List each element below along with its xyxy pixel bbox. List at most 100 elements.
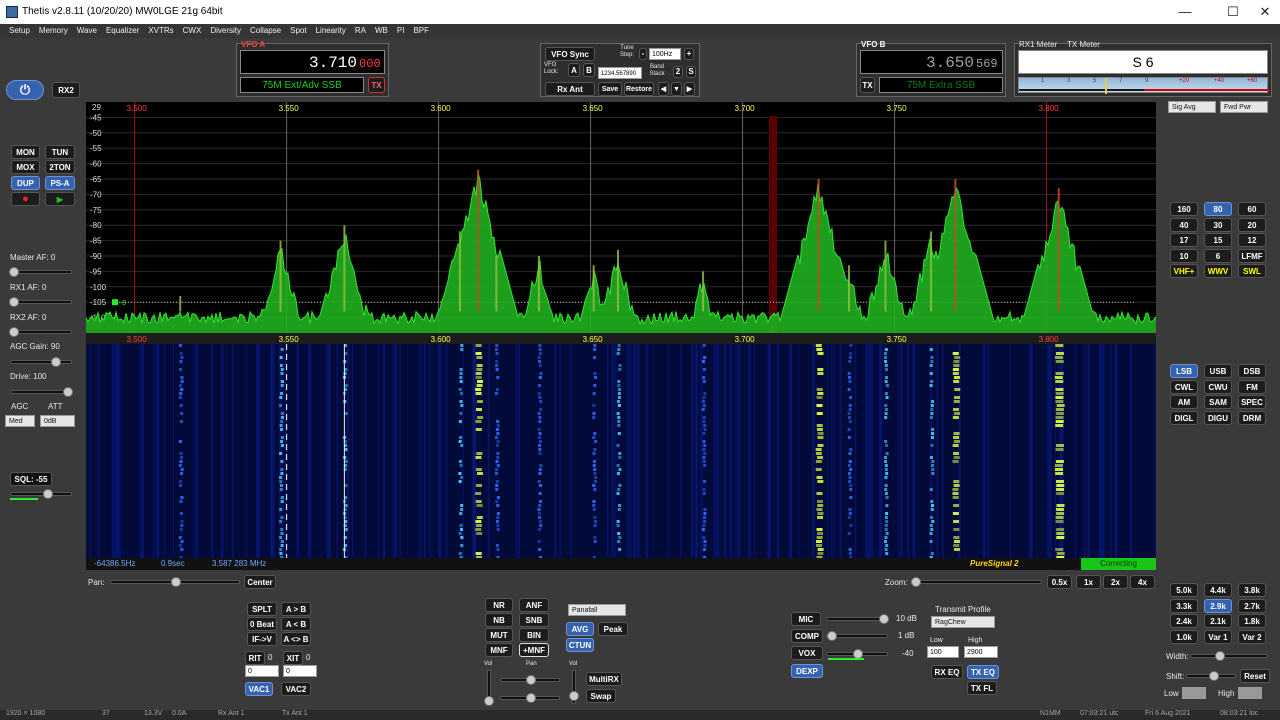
rx-ant-button[interactable]: Rx Ant <box>545 82 595 96</box>
drive-slider[interactable] <box>10 387 73 397</box>
vfo-sync-button[interactable]: VFO Sync <box>545 47 595 61</box>
arrow-down-icon[interactable]: ▼ <box>671 82 682 96</box>
mode-button-digl[interactable]: DIGL <box>1170 410 1198 425</box>
filter-button-1-0k[interactable]: 1.0k <box>1170 629 1198 644</box>
agc-select[interactable]: Med <box>5 415 35 427</box>
waterfall-plot[interactable] <box>86 344 1156 558</box>
play-icon[interactable]: ▶ <box>45 192 75 206</box>
tun-button[interactable]: TUN <box>45 145 75 159</box>
close-icon[interactable]: ✕ <box>1250 3 1280 21</box>
rx-meter-select[interactable]: Sig Avg <box>1168 101 1216 113</box>
mode-button-cwu[interactable]: CWU <box>1204 379 1232 394</box>
zoom-4x[interactable]: 4x <box>1130 575 1155 589</box>
filter-button-1-8k[interactable]: 1.8k <box>1238 614 1266 628</box>
mode-button-spec[interactable]: SPEC <box>1238 395 1266 409</box>
tune-step-plus[interactable]: + <box>684 48 694 60</box>
filter-button-2-7k[interactable]: 2.7k <box>1238 598 1266 613</box>
filter-button-3-3k[interactable]: 3.3k <box>1170 598 1198 613</box>
center-button[interactable]: Center <box>244 575 276 589</box>
filter-button-var-2[interactable]: Var 2 <box>1238 629 1266 644</box>
mode-button-drm[interactable]: DRM <box>1238 410 1266 425</box>
rx1-vol-slider[interactable] <box>484 670 494 706</box>
band-button-30[interactable]: 30 <box>1204 217 1232 232</box>
mode-button-sam[interactable]: SAM <box>1204 395 1232 409</box>
swap-button[interactable]: Swap <box>586 689 616 703</box>
tx-meter-select[interactable]: Fwd Pwr <box>1220 101 1268 113</box>
sql-slider[interactable] <box>10 489 72 499</box>
band-button-6[interactable]: 6 <box>1204 248 1232 263</box>
arrow-right-icon[interactable]: ▶ <box>684 82 695 96</box>
if-to-v-button[interactable]: IF->V <box>247 632 277 646</box>
menu-memory[interactable]: Memory <box>39 24 68 38</box>
mnf-button[interactable]: MNF <box>485 643 513 657</box>
rx2-button[interactable]: RX2 <box>52 82 80 98</box>
mic-slider[interactable] <box>826 614 889 624</box>
filter-button-5-0k[interactable]: 5.0k <box>1170 583 1198 597</box>
minimize-icon[interactable]: — <box>1170 3 1200 21</box>
rx1-af-slider[interactable] <box>9 297 72 307</box>
ctun-button[interactable]: CTUN <box>566 638 594 652</box>
nb-button[interactable]: NB <box>485 613 513 627</box>
xit-button[interactable]: XIT <box>283 651 303 665</box>
ps-a-button[interactable]: PS-A <box>45 176 75 190</box>
noise-floor-handle[interactable] <box>112 299 118 306</box>
zoom-2x[interactable]: 2x <box>1103 575 1128 589</box>
band-button-80[interactable]: 80 <box>1204 202 1232 216</box>
band-button-17[interactable]: 17 <box>1170 233 1198 247</box>
filter-button-2-9k[interactable]: 2.9k <box>1204 598 1232 613</box>
band-button-20[interactable]: 20 <box>1238 217 1266 232</box>
comp-button[interactable]: COMP <box>791 629 823 643</box>
avg-button[interactable]: AVG <box>566 622 594 636</box>
band-stack-s[interactable]: S <box>686 66 696 78</box>
filter-button-2-1k[interactable]: 2.1k <box>1204 614 1232 628</box>
record-icon[interactable]: ● <box>11 192 40 206</box>
master-af-slider[interactable] <box>9 267 72 277</box>
rit-field[interactable]: 0 <box>245 665 279 677</box>
mode-button-cwl[interactable]: CWL <box>1170 379 1198 394</box>
band-button-40[interactable]: 40 <box>1170 217 1198 232</box>
mox-button[interactable]: MOX <box>11 160 40 174</box>
menu-linearity[interactable]: Linearity <box>316 24 346 38</box>
band-button-12[interactable]: 12 <box>1238 233 1266 247</box>
mic-button[interactable]: MIC <box>791 612 821 626</box>
transmit-profile-select[interactable]: RagChew <box>931 616 995 628</box>
band-button-swl[interactable]: SWL <box>1238 264 1266 278</box>
mode-button-usb[interactable]: USB <box>1204 364 1232 378</box>
split-button[interactable]: SPLT <box>247 602 277 616</box>
anf-button[interactable]: ANF <box>519 598 549 612</box>
rx-eq-button[interactable]: RX EQ <box>931 665 963 679</box>
arrow-left-icon[interactable]: ◀ <box>658 82 669 96</box>
vox-button[interactable]: VOX <box>791 646 823 660</box>
menu-setup[interactable]: Setup <box>9 24 30 38</box>
agc-gain-slider[interactable] <box>10 357 72 367</box>
mute-button[interactable]: MUT <box>485 628 513 642</box>
a-to-b-button[interactable]: A > B <box>281 602 311 616</box>
mon-button[interactable]: MON <box>11 145 40 159</box>
band-button-15[interactable]: 15 <box>1204 233 1232 247</box>
tx-low-field[interactable]: 100 <box>927 646 959 658</box>
tx-fl-button[interactable]: TX FL <box>967 681 997 695</box>
vox-slider[interactable] <box>826 649 888 659</box>
dup-button[interactable]: DUP <box>11 176 40 190</box>
freq-entry[interactable]: 1234.567890 <box>598 67 642 79</box>
save-button[interactable]: Save <box>598 82 622 96</box>
band-button-60[interactable]: 60 <box>1238 202 1266 216</box>
band-button-160[interactable]: 160 <box>1170 202 1198 216</box>
band-button-wwv[interactable]: WWV <box>1204 264 1232 278</box>
tx-eq-button[interactable]: TX EQ <box>967 665 999 679</box>
filter-button-4-4k[interactable]: 4.4k <box>1204 583 1232 597</box>
band-stack-value[interactable]: 2 <box>673 66 683 78</box>
filter-button-var-1[interactable]: Var 1 <box>1204 629 1232 644</box>
tune-step-field[interactable]: 100Hz <box>649 48 681 60</box>
peak-button[interactable]: Peak <box>598 622 628 636</box>
mode-button-digu[interactable]: DIGU <box>1204 410 1232 425</box>
plus-mnf-button[interactable]: +MNF <box>519 643 549 657</box>
att-select[interactable]: 0dB <box>40 415 75 427</box>
menu-bpf[interactable]: BPF <box>413 24 429 38</box>
vac1-button[interactable]: VAC1 <box>245 682 273 696</box>
width-slider[interactable] <box>1190 651 1268 661</box>
menu-wb[interactable]: WB <box>375 24 388 38</box>
rx1-pan-slider[interactable] <box>500 675 560 685</box>
vfo-b-display[interactable]: 3.650 569 <box>860 50 1003 74</box>
display-mode-select[interactable]: Panafall <box>568 604 626 616</box>
